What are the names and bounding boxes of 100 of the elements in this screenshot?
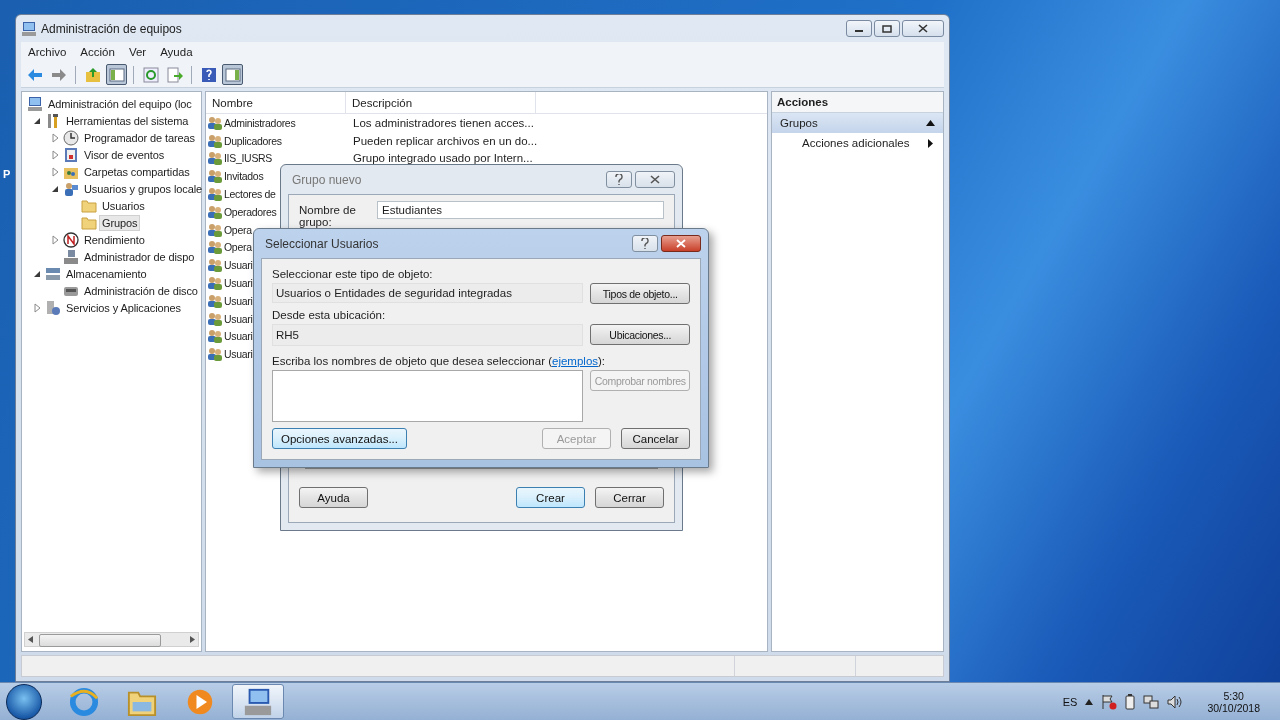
- group-icon: [207, 186, 223, 203]
- group-icon: [207, 132, 223, 149]
- group-icon: [207, 310, 223, 327]
- tree-item[interactable]: Programador de tareas: [81, 129, 198, 146]
- group-name[interactable]: Usuari: [224, 330, 253, 343]
- show-hidden-icons-icon[interactable]: [1085, 698, 1094, 705]
- flag-icon[interactable]: [1101, 693, 1118, 710]
- help-button[interactable]: [632, 235, 658, 252]
- menu-item[interactable]: Ver: [121, 46, 154, 58]
- group-description: Los administradores tienen acces...: [352, 116, 534, 129]
- group-icon: [207, 257, 223, 274]
- group-icon: [207, 114, 223, 131]
- help-icon: [615, 174, 623, 185]
- tree-item[interactable]: Usuarios y grupos locale: [81, 180, 206, 197]
- column-header[interactable]: Descripción: [346, 92, 536, 113]
- group-name[interactable]: IIS_IUSRS: [224, 152, 273, 165]
- group-name[interactable]: Usuari: [224, 277, 253, 290]
- group-name[interactable]: Administradores: [224, 116, 296, 129]
- group-icon: [207, 346, 223, 363]
- group-description: Pueden replicar archivos en un do...: [352, 134, 538, 147]
- network-icon[interactable]: [1143, 693, 1160, 710]
- toolbar-button[interactable]: [164, 64, 185, 85]
- tree-item[interactable]: Administración de disco: [81, 282, 201, 299]
- tree-item[interactable]: Usuarios: [99, 197, 148, 214]
- computer-icon: [21, 20, 37, 37]
- dialog-button[interactable]: Opciones avanzadas...: [272, 428, 407, 449]
- location-field: RH5: [272, 324, 584, 346]
- close-button[interactable]: [902, 20, 944, 37]
- tree-item[interactable]: Administrador de dispo: [81, 248, 198, 265]
- close-icon: [676, 239, 686, 248]
- media-player-icon: [186, 687, 214, 716]
- desktop-icon-label[interactable]: P: [3, 168, 11, 180]
- tree-item[interactable]: Servicios y Aplicaciones: [63, 299, 184, 316]
- group-icon: [207, 275, 223, 292]
- actions-header: Acciones: [772, 92, 943, 113]
- horizontal-scrollbar[interactable]: [24, 632, 199, 647]
- clock-date[interactable]: 30/10/2018: [1207, 701, 1260, 714]
- tree-item[interactable]: Visor de eventos: [81, 146, 168, 163]
- field-label: Desde esta ubicación:: [272, 309, 387, 321]
- actions-section[interactable]: Grupos: [772, 113, 943, 133]
- expand-arrow-icon[interactable]: [31, 301, 43, 314]
- group-name[interactable]: Opera: [224, 223, 252, 236]
- expand-arrow-icon[interactable]: [49, 233, 61, 246]
- folder-icon: [81, 197, 97, 214]
- tree-item[interactable]: Rendimiento: [81, 231, 148, 248]
- action-item[interactable]: Acciones adicionales: [802, 137, 910, 149]
- locations-button[interactable]: Ubicaciones...: [590, 324, 690, 345]
- start-button[interactable]: [6, 683, 42, 720]
- scroll-left-icon[interactable]: [28, 636, 33, 643]
- group-name[interactable]: Usuari: [224, 348, 253, 361]
- group-name[interactable]: Operadores: [224, 205, 277, 218]
- field-label: Nombre de grupo:: [299, 203, 357, 228]
- folder-icon: [81, 214, 97, 231]
- dialog-title: Grupo nuevo: [292, 172, 362, 187]
- computer-management-icon: [243, 686, 273, 717]
- examples-link[interactable]: ejemplos: [552, 355, 599, 367]
- object-names-field[interactable]: [272, 370, 584, 422]
- group-icon: [207, 150, 223, 167]
- menu-item[interactable]: Ayuda: [153, 46, 200, 58]
- close-button[interactable]: [661, 235, 701, 252]
- group-icon: [207, 239, 223, 256]
- menu-item[interactable]: Acción: [73, 46, 122, 58]
- object-types-button[interactable]: Tipos de objeto...: [590, 283, 690, 304]
- expand-arrow-icon[interactable]: [49, 148, 61, 161]
- menu-item[interactable]: Archivo: [21, 46, 74, 58]
- maximize-icon: [882, 24, 892, 33]
- minimize-button[interactable]: [846, 20, 872, 37]
- tree-item[interactable]: Almacenamiento: [63, 265, 150, 282]
- maximize-button[interactable]: [874, 20, 900, 37]
- group-icon: [207, 203, 223, 220]
- group-name[interactable]: Lectores de: [224, 188, 276, 201]
- group-name[interactable]: Usuari: [224, 259, 253, 272]
- language-indicator[interactable]: ES: [1062, 695, 1078, 708]
- clock-time[interactable]: 5:30: [1223, 689, 1244, 702]
- volume-icon[interactable]: [1167, 693, 1184, 710]
- scroll-right-icon[interactable]: [190, 636, 195, 643]
- users-icon: [63, 180, 79, 197]
- browser-icon: [69, 686, 99, 717]
- battery-icon[interactable]: [1125, 693, 1136, 710]
- tree-item[interactable]: Administración del equipo (loc: [45, 95, 195, 112]
- folder-up-icon: [84, 66, 101, 83]
- tree-item[interactable]: Grupos: [99, 214, 141, 231]
- toolbar-button[interactable]: [140, 64, 161, 85]
- toolbar-button[interactable]: [106, 64, 127, 85]
- group-name[interactable]: Usuari: [224, 312, 253, 325]
- group-name[interactable]: Opera: [224, 241, 252, 254]
- event-log-icon: [63, 146, 79, 163]
- expand-arrow-icon[interactable]: [49, 165, 61, 178]
- taskbar-app[interactable]: [232, 684, 284, 719]
- column-header[interactable]: Nombre: [206, 92, 346, 113]
- field-label: Seleccionar este tipo de objeto:: [272, 268, 434, 280]
- group-name[interactable]: Duplicadores: [224, 134, 282, 147]
- expand-arrow-icon[interactable]: [49, 131, 61, 144]
- dialog-button[interactable]: Cancelar: [621, 428, 690, 449]
- tree-item[interactable]: Carpetas compartidas: [81, 163, 193, 180]
- toolbar-button[interactable]: [222, 64, 243, 85]
- group-name[interactable]: Usuari: [224, 294, 253, 307]
- group-name[interactable]: Invitados: [224, 170, 264, 183]
- group-icon: [207, 168, 223, 185]
- tree-item[interactable]: Herramientas del sistema: [63, 112, 192, 129]
